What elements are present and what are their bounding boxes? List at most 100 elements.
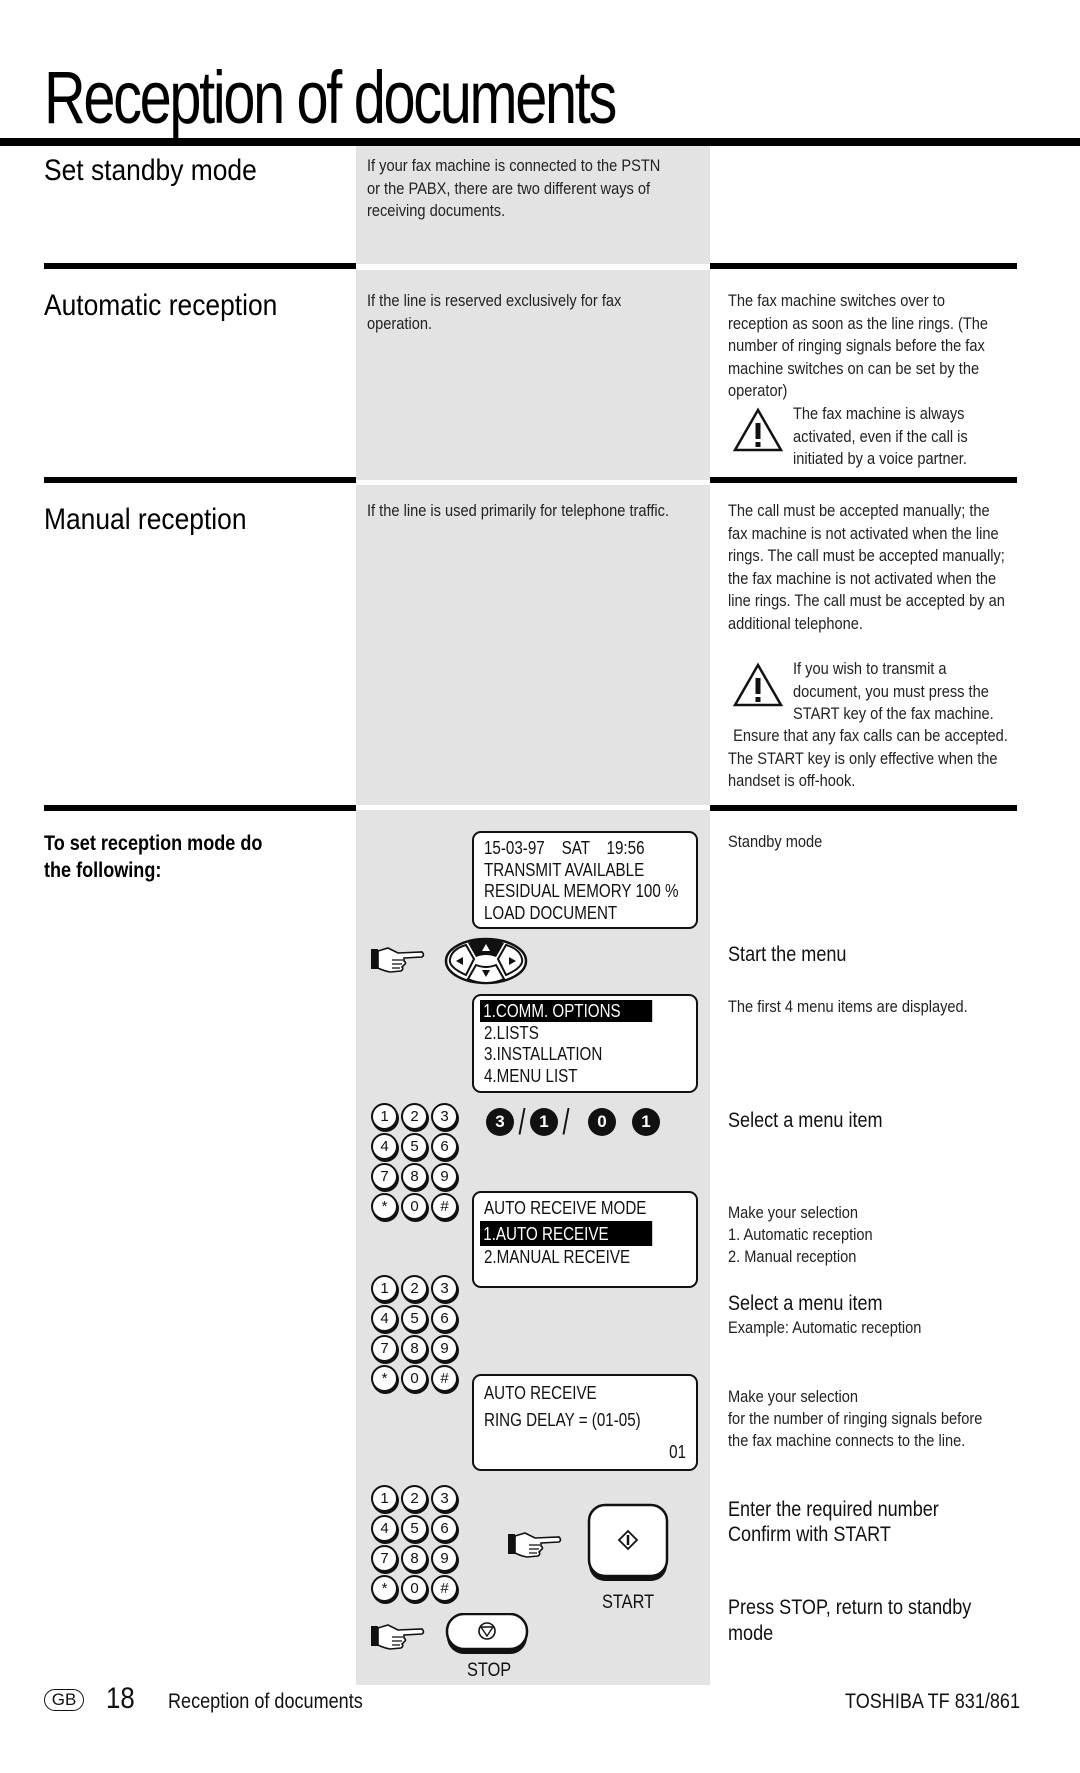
- sequence-key: 1: [632, 1108, 661, 1136]
- key-0[interactable]: 0: [401, 1365, 428, 1392]
- key-2[interactable]: 2: [401, 1275, 428, 1302]
- lcd-line: RING DELAY = (01-05): [484, 1409, 641, 1430]
- section-divider: [44, 805, 356, 811]
- sequence-key: 1: [530, 1108, 559, 1136]
- section-divider: [710, 263, 1017, 269]
- key-5[interactable]: 5: [401, 1515, 428, 1542]
- key-0[interactable]: 0: [401, 1575, 428, 1602]
- key-3[interactable]: 3: [431, 1485, 458, 1512]
- lcd-selected-item: 1.COMM. OPTIONS: [480, 1000, 653, 1022]
- numeric-keypad[interactable]: 1 2 3 4 5 6 7 8 9 * 0 #: [371, 1275, 461, 1395]
- step-ring-note: the fax machine connects to the line.: [728, 1431, 966, 1450]
- key-8[interactable]: 8: [401, 1163, 428, 1190]
- step-start-menu: Start the menu: [728, 943, 847, 966]
- step-option: 1. Automatic reception: [728, 1225, 873, 1244]
- numeric-keypad[interactable]: 1 2 3 4 5 6 7 8 9 * 0 #: [371, 1485, 461, 1605]
- step-confirm-start: Confirm with START: [728, 1523, 891, 1546]
- key-star[interactable]: *: [371, 1193, 398, 1220]
- lcd-line: RESIDUAL MEMORY 100 %: [484, 880, 679, 901]
- sequence-separator: /: [518, 1101, 526, 1142]
- key-hash[interactable]: #: [431, 1575, 458, 1602]
- key-1[interactable]: 1: [371, 1103, 398, 1130]
- key-3[interactable]: 3: [431, 1275, 458, 1302]
- pointing-hand-icon: [371, 947, 425, 973]
- key-9[interactable]: 9: [431, 1163, 458, 1190]
- step-standby-mode: Standby mode: [728, 832, 823, 851]
- sequence-separator: /: [562, 1101, 570, 1142]
- step-option: 2. Manual reception: [728, 1247, 857, 1266]
- key-8[interactable]: 8: [401, 1335, 428, 1362]
- step-first-items: The first 4 menu items are displayed.: [728, 997, 968, 1016]
- key-0[interactable]: 0: [401, 1193, 428, 1220]
- key-3[interactable]: 3: [431, 1103, 458, 1130]
- country-badge: GB: [44, 1689, 84, 1711]
- start-button[interactable]: [586, 1503, 670, 1583]
- key-hash[interactable]: #: [431, 1193, 458, 1220]
- step-enter-number: Enter the required number: [728, 1498, 939, 1521]
- procedure-instruction: To set reception mode do the following:: [44, 832, 263, 882]
- key-4[interactable]: 4: [371, 1133, 398, 1160]
- lcd-menu-item: 2.MANUAL RECEIVE: [484, 1246, 631, 1267]
- section-heading-standby: Set standby mode: [44, 154, 257, 187]
- key-6[interactable]: 6: [431, 1305, 458, 1332]
- start-label: START: [602, 1592, 655, 1613]
- key-2[interactable]: 2: [401, 1103, 428, 1130]
- key-star[interactable]: *: [371, 1575, 398, 1602]
- pointing-hand-icon: [371, 1624, 425, 1650]
- key-6[interactable]: 6: [431, 1515, 458, 1542]
- lcd-selected-item: 1.AUTO RECEIVE: [480, 1221, 653, 1246]
- lcd-line: 15-03-97 SAT 19:56: [484, 837, 645, 858]
- step-press-stop: mode: [728, 1622, 774, 1645]
- section-divider: [44, 263, 356, 269]
- key-6[interactable]: 6: [431, 1133, 458, 1160]
- key-1[interactable]: 1: [371, 1275, 398, 1302]
- navigation-pad[interactable]: [444, 937, 528, 985]
- manual-condition: If the line is used primarily for teleph…: [367, 501, 670, 520]
- step-make-selection: Make your selection: [728, 1387, 859, 1406]
- step-make-selection: Make your selection: [728, 1203, 859, 1222]
- warning-icon: [732, 407, 784, 452]
- key-9[interactable]: 9: [431, 1335, 458, 1362]
- lcd-line: LOAD DOCUMENT: [484, 901, 618, 923]
- warning-icon: [732, 662, 784, 707]
- lcd-menu-item: 4.MENU LIST: [484, 1064, 578, 1086]
- lcd-standby-display: 15-03-97 SAT 19:56 TRANSMIT AVAILABLE RE…: [472, 831, 698, 929]
- lcd-menu-item: 2.LISTS: [484, 1021, 539, 1043]
- sequence-key: 0: [588, 1108, 617, 1136]
- key-1[interactable]: 1: [371, 1485, 398, 1512]
- key-7[interactable]: 7: [371, 1335, 398, 1362]
- lcd-auto-receive-mode: AUTO RECEIVE MODE 1.AUTO RECEIVE 2.MANUA…: [472, 1191, 698, 1288]
- key-9[interactable]: 9: [431, 1545, 458, 1572]
- lcd-menu-item: 3.INSTALLATION: [484, 1043, 603, 1064]
- step-example: Example: Automatic reception: [728, 1318, 922, 1337]
- stop-button[interactable]: [445, 1613, 529, 1655]
- manual-warning-text: If you wish to transmit a document, you …: [793, 659, 994, 723]
- key-hash[interactable]: #: [431, 1365, 458, 1392]
- key-7[interactable]: 7: [371, 1163, 398, 1190]
- key-7[interactable]: 7: [371, 1545, 398, 1572]
- lcd-menu-display: 1.COMM. OPTIONS 2.LISTS 3.INSTALLATION 4…: [472, 994, 698, 1093]
- key-sequence: 3 / 1 / 0 1: [486, 1101, 661, 1142]
- key-4[interactable]: 4: [371, 1305, 398, 1332]
- key-star[interactable]: *: [371, 1365, 398, 1392]
- title-rule: [0, 138, 1080, 146]
- section-heading-automatic: Automatic reception: [44, 289, 278, 322]
- key-5[interactable]: 5: [401, 1133, 428, 1160]
- lcd-line: AUTO RECEIVE: [484, 1382, 597, 1403]
- step-ring-note: for the number of ringing signals before: [728, 1409, 983, 1428]
- numeric-keypad[interactable]: 1 2 3 4 5 6 7 8 9 * 0 #: [371, 1103, 461, 1223]
- section-heading-manual: Manual reception: [44, 503, 247, 536]
- automatic-description: The fax machine switches over to recepti…: [728, 291, 989, 400]
- footer-section-title: Reception of documents: [168, 1690, 363, 1713]
- pointing-hand-icon: [508, 1532, 562, 1558]
- lcd-value: 01: [669, 1441, 686, 1462]
- key-2[interactable]: 2: [401, 1485, 428, 1512]
- footer-model: TOSHIBA TF 831/861: [845, 1690, 1021, 1713]
- key-8[interactable]: 8: [401, 1545, 428, 1572]
- page-number: 18: [106, 1682, 135, 1715]
- automatic-warning-text: The fax machine is always activated, eve…: [793, 404, 968, 468]
- key-4[interactable]: 4: [371, 1515, 398, 1542]
- key-5[interactable]: 5: [401, 1305, 428, 1332]
- step-select-item: Select a menu item: [728, 1109, 883, 1132]
- section-divider: [710, 805, 1017, 811]
